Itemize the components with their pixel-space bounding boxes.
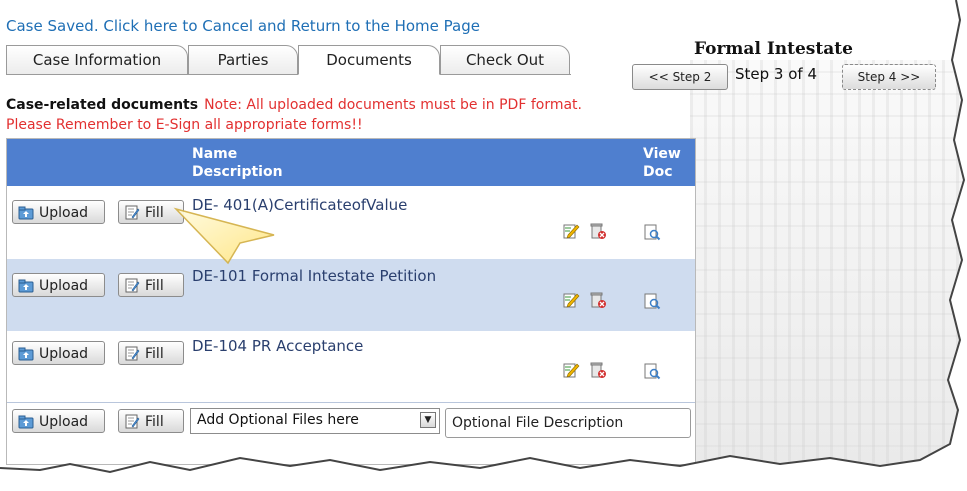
upload-icon — [18, 347, 34, 361]
fill-form-icon — [125, 205, 140, 220]
header-name-label: Name — [192, 146, 238, 162]
upload-button[interactable]: Upload — [12, 273, 105, 297]
grid-header-view-doc: View Doc — [643, 145, 681, 181]
table-row: Upload Fill DE-104 PR Acceptance — [7, 331, 695, 403]
background-building-image — [690, 60, 967, 491]
upload-label: Upload — [39, 414, 89, 430]
edit-icon[interactable] — [562, 361, 580, 379]
fill-button[interactable]: Fill — [118, 200, 184, 224]
delete-icon[interactable] — [589, 291, 607, 309]
step-indicator: Step 3 of 4 — [735, 65, 818, 83]
view-doc-icon[interactable] — [643, 362, 661, 380]
fill-button[interactable]: Fill — [118, 341, 184, 365]
fill-label: Fill — [145, 414, 164, 430]
esign-reminder: Please Remember to E-Sign all appropriat… — [6, 117, 363, 133]
tab-underline — [6, 74, 571, 75]
header-view-label: View — [643, 146, 681, 162]
case-saved-cancel-link[interactable]: Case Saved. Click here to Cancel and Ret… — [6, 17, 480, 35]
upload-button[interactable]: Upload — [12, 200, 105, 224]
section-heading: Case-related documents Note: All uploaded… — [6, 97, 582, 113]
grid-header-name: Name Description — [192, 145, 283, 181]
fill-form-icon — [125, 346, 140, 361]
tab-documents[interactable]: Documents — [298, 45, 440, 75]
tab-check-out[interactable]: Check Out — [440, 45, 570, 75]
upload-icon — [18, 279, 34, 293]
fill-form-icon — [125, 414, 140, 429]
tab-bar: Case Information Parties Documents Check… — [6, 45, 571, 75]
table-row: Upload Fill DE-101 Formal Intestate Peti… — [7, 259, 695, 331]
pdf-format-note: Note: All uploaded documents must be in … — [204, 97, 582, 113]
header-doc-label: Doc — [643, 164, 673, 180]
view-doc-icon[interactable] — [643, 223, 661, 241]
upload-label: Upload — [39, 278, 89, 294]
document-name: DE-101 Formal Intestate Petition — [192, 267, 437, 285]
table-row: Upload Fill DE- 401(A)CertificateofValue — [7, 187, 695, 259]
fill-button[interactable]: Fill — [118, 409, 184, 433]
fill-label: Fill — [145, 278, 164, 294]
upload-icon — [18, 206, 34, 220]
prev-step-button[interactable]: << Step 2 — [632, 64, 728, 90]
optional-files-select[interactable]: Add Optional Files here ▼ — [190, 408, 440, 434]
upload-label: Upload — [39, 205, 89, 221]
optional-file-description-input[interactable]: Optional File Description — [445, 408, 691, 438]
edit-icon[interactable] — [562, 222, 580, 240]
documents-grid: Name Description View Doc Upload Fill DE… — [6, 138, 696, 465]
tab-case-information[interactable]: Case Information — [6, 45, 188, 75]
chevron-down-icon[interactable]: ▼ — [420, 412, 436, 428]
grid-header: Name Description View Doc — [7, 139, 695, 186]
tab-parties[interactable]: Parties — [188, 45, 298, 75]
fill-button[interactable]: Fill — [118, 273, 184, 297]
upload-button[interactable]: Upload — [12, 409, 105, 433]
fill-form-icon — [125, 278, 140, 293]
upload-icon — [18, 415, 34, 429]
document-name: DE- 401(A)CertificateofValue — [192, 196, 408, 214]
document-name: DE-104 PR Acceptance — [192, 337, 364, 355]
fill-label: Fill — [145, 205, 164, 221]
optional-files-select-value: Add Optional Files here — [197, 412, 359, 428]
workflow-title: Formal Intestate — [694, 39, 853, 59]
section-title: Case-related documents — [6, 97, 199, 113]
next-step-button[interactable]: Step 4 >> — [842, 64, 936, 90]
fill-label: Fill — [145, 346, 164, 362]
upload-label: Upload — [39, 346, 89, 362]
delete-icon[interactable] — [589, 361, 607, 379]
upload-button[interactable]: Upload — [12, 341, 105, 365]
row-divider — [7, 402, 695, 403]
view-doc-icon[interactable] — [643, 292, 661, 310]
header-description-label: Description — [192, 164, 283, 180]
edit-icon[interactable] — [562, 291, 580, 309]
delete-icon[interactable] — [589, 222, 607, 240]
